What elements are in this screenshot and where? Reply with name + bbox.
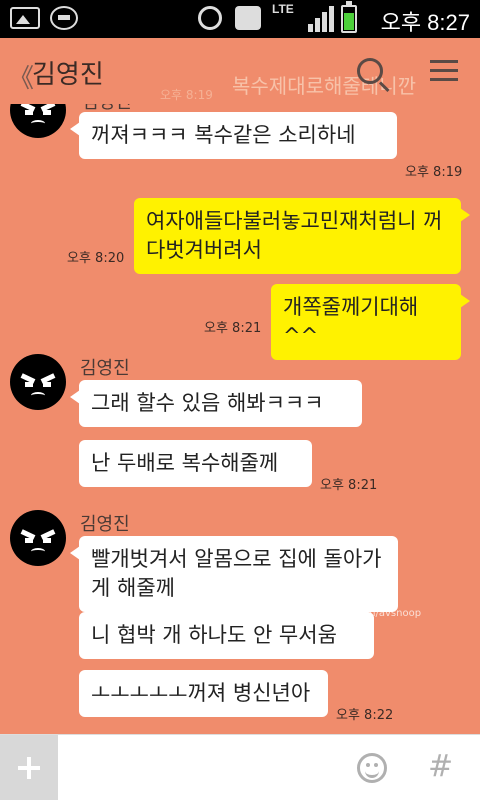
message-bubble[interactable]: 여자애들다불러놓고민재처럼니 꺼다벗겨버려서 xyxy=(134,198,470,274)
message-time: 오후 8:20 xyxy=(67,251,125,266)
message-time: 오후 8:21 xyxy=(320,478,378,493)
battery-icon xyxy=(341,1,357,33)
message-bubble[interactable]: 꺼져ㅋㅋㅋ 복수같은 소리하네 xyxy=(70,112,397,159)
status-bar: LTE 오후 8:27 xyxy=(0,0,480,38)
search-icon[interactable] xyxy=(357,58,383,84)
avatar-icon[interactable] xyxy=(10,510,66,566)
message-time: 오후 8:22 xyxy=(336,708,394,723)
message-bubble[interactable]: 그래 할수 있음 해봐ㅋㅋㅋ xyxy=(70,380,362,427)
message-time: 오후 8:19 xyxy=(405,165,463,180)
avatar-icon[interactable] xyxy=(10,354,66,410)
sender-name: 김영진 xyxy=(80,514,130,535)
message-input-bar: # xyxy=(0,734,480,800)
status-time: 오후 8:27 xyxy=(380,10,470,35)
plus-icon[interactable] xyxy=(0,735,58,800)
signal-icon xyxy=(308,6,338,32)
chat-header: 복수제대로해줄테니깐 오후 8:19 《 김영진 xyxy=(0,38,480,104)
alarm-icon xyxy=(198,6,222,30)
message-time: 오후 8:21 xyxy=(204,321,262,336)
emoji-icon[interactable] xyxy=(357,753,387,783)
chat-title: 김영진 xyxy=(32,60,104,90)
message-bubble[interactable]: 개쪽줄께기대해^^ xyxy=(271,284,470,360)
gallery-icon xyxy=(10,7,40,29)
message-bubble[interactable]: ㅗㅗㅗㅗㅗ꺼져 병신년아 xyxy=(79,670,328,717)
avatar-icon[interactable] xyxy=(10,104,66,138)
mute-icon xyxy=(235,6,261,30)
back-icon[interactable]: 《 xyxy=(8,58,34,95)
message-bubble[interactable]: 니 협박 개 하나도 안 무서움 xyxy=(79,612,374,659)
hash-icon[interactable]: # xyxy=(428,749,453,784)
message-input[interactable] xyxy=(64,747,334,789)
message-bubble[interactable]: 난 두배로 복수해줄께 xyxy=(79,440,312,487)
chat-area[interactable]: 김영진 꺼져ㅋㅋㅋ 복수같은 소리하네 오후 8:19 여자애들다불러놓고민재처… xyxy=(0,104,480,734)
scrolled-message-time: 오후 8:19 xyxy=(160,88,213,102)
scrolled-message-text: 복수제대로해줄테니깐 xyxy=(232,74,416,98)
sender-name: 김영진 xyxy=(80,358,130,379)
network-label: LTE xyxy=(272,2,294,16)
menu-icon[interactable] xyxy=(430,60,458,82)
chat-icon xyxy=(50,6,78,30)
